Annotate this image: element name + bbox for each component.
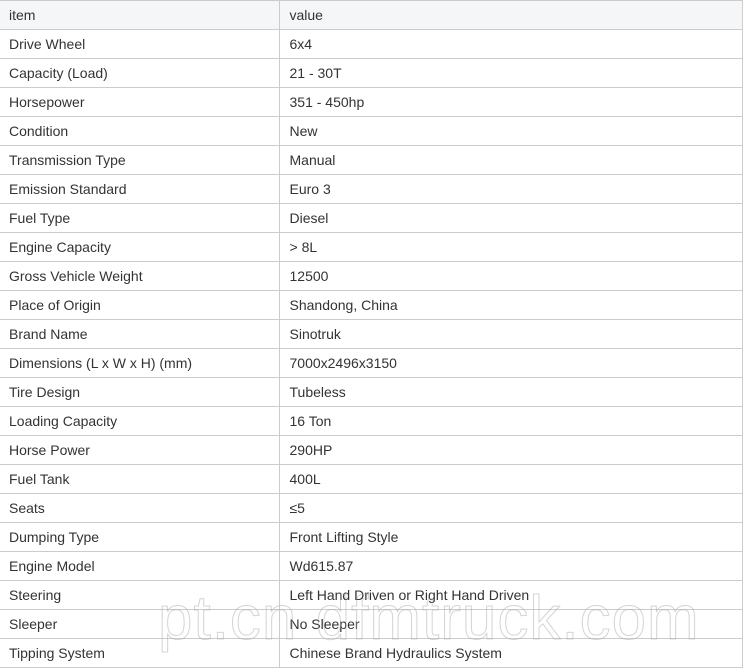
spec-value-cell: Tubeless <box>278 377 743 407</box>
table-row: Engine Capacity > 8L <box>0 232 743 262</box>
spec-item-cell: Brand Name <box>0 319 280 349</box>
spec-value-cell: 6x4 <box>278 29 743 59</box>
spec-item-cell: Engine Model <box>0 551 280 581</box>
spec-item-cell: Drive Wheel <box>0 29 280 59</box>
table-row: Dumping Type Front Lifting Style <box>0 522 743 552</box>
spec-item-cell: Capacity (Load) <box>0 58 280 88</box>
table-row: Capacity (Load) 21 - 30T <box>0 58 743 88</box>
table-row: Place of Origin Shandong, China <box>0 290 743 320</box>
spec-item-cell: Fuel Type <box>0 203 280 233</box>
table-row: Seats ≤5 <box>0 493 743 523</box>
spec-value-cell: Diesel <box>278 203 743 233</box>
spec-value-cell: Sinotruk <box>278 319 743 349</box>
spec-item-cell: Tipping System <box>0 638 280 668</box>
spec-value-cell: 16 Ton <box>278 406 743 436</box>
table-row: Engine Model Wd615.87 <box>0 551 743 581</box>
table-header-row: item value <box>0 0 743 30</box>
spec-item-cell: Tire Design <box>0 377 280 407</box>
spec-value-cell: 12500 <box>278 261 743 291</box>
table-row: Dimensions (L x W x H) (mm) 7000x2496x315… <box>0 348 743 378</box>
spec-value-cell: 351 - 450hp <box>278 87 743 117</box>
table-row: Horsepower 351 - 450hp <box>0 87 743 117</box>
column-header-value: value <box>278 0 743 30</box>
spec-item-cell: Fuel Tank <box>0 464 280 494</box>
spec-value-cell: Front Lifting Style <box>278 522 743 552</box>
spec-item-cell: Dumping Type <box>0 522 280 552</box>
table-row: Brand Name Sinotruk <box>0 319 743 349</box>
spec-value-cell: Euro 3 <box>278 174 743 204</box>
table-row: Loading Capacity 16 Ton <box>0 406 743 436</box>
table-row: Horse Power 290HP <box>0 435 743 465</box>
spec-item-cell: Gross Vehicle Weight <box>0 261 280 291</box>
table-row: Steering Left Hand Driven or Right Hand D… <box>0 580 743 610</box>
spec-item-cell: Sleeper <box>0 609 280 639</box>
spec-item-cell: Engine Capacity <box>0 232 280 262</box>
spec-value-cell: Left Hand Driven or Right Hand Driven <box>278 580 743 610</box>
table-row: Tipping System Chinese Brand Hydraulics S… <box>0 638 743 668</box>
spec-item-cell: Seats <box>0 493 280 523</box>
spec-value-cell: Manual <box>278 145 743 175</box>
table-body: Drive Wheel 6x4 Capacity (Load) 21 - 30T Hor… <box>0 29 743 668</box>
table-row: Drive Wheel 6x4 <box>0 29 743 59</box>
spec-item-cell: Transmission Type <box>0 145 280 175</box>
spec-value-cell: 21 - 30T <box>278 58 743 88</box>
table-row: Tire Design Tubeless <box>0 377 743 407</box>
spec-item-cell: Steering <box>0 580 280 610</box>
table-row: Condition New <box>0 116 743 146</box>
spec-item-cell: Horsepower <box>0 87 280 117</box>
spec-value-cell: Wd615.87 <box>278 551 743 581</box>
spec-item-cell: Condition <box>0 116 280 146</box>
table-row: Gross Vehicle Weight 12500 <box>0 261 743 291</box>
table-row: Emission Standard Euro 3 <box>0 174 743 204</box>
spec-value-cell: ≤5 <box>278 493 743 523</box>
spec-value-cell: 400L <box>278 464 743 494</box>
spec-value-cell: Chinese Brand Hydraulics System <box>278 638 743 668</box>
spec-value-cell: 7000x2496x3150 <box>278 348 743 378</box>
table-row: Transmission Type Manual <box>0 145 743 175</box>
spec-item-cell: Emission Standard <box>0 174 280 204</box>
table-row: Fuel Tank 400L <box>0 464 743 494</box>
spec-value-cell: 290HP <box>278 435 743 465</box>
spec-item-cell: Loading Capacity <box>0 406 280 436</box>
spec-value-cell: > 8L <box>278 232 743 262</box>
spec-value-cell: No Sleeper <box>278 609 743 639</box>
spec-item-cell: Place of Origin <box>0 290 280 320</box>
spec-value-cell: New <box>278 116 743 146</box>
spec-item-cell: Dimensions (L x W x H) (mm) <box>0 348 280 378</box>
spec-table: item value Drive Wheel 6x4 Capacity (Load)… <box>0 0 743 668</box>
table-row: Sleeper No Sleeper <box>0 609 743 639</box>
column-header-item: item <box>0 0 280 30</box>
spec-item-cell: Horse Power <box>0 435 280 465</box>
table-row: Fuel Type Diesel <box>0 203 743 233</box>
spec-value-cell: Shandong, China <box>278 290 743 320</box>
